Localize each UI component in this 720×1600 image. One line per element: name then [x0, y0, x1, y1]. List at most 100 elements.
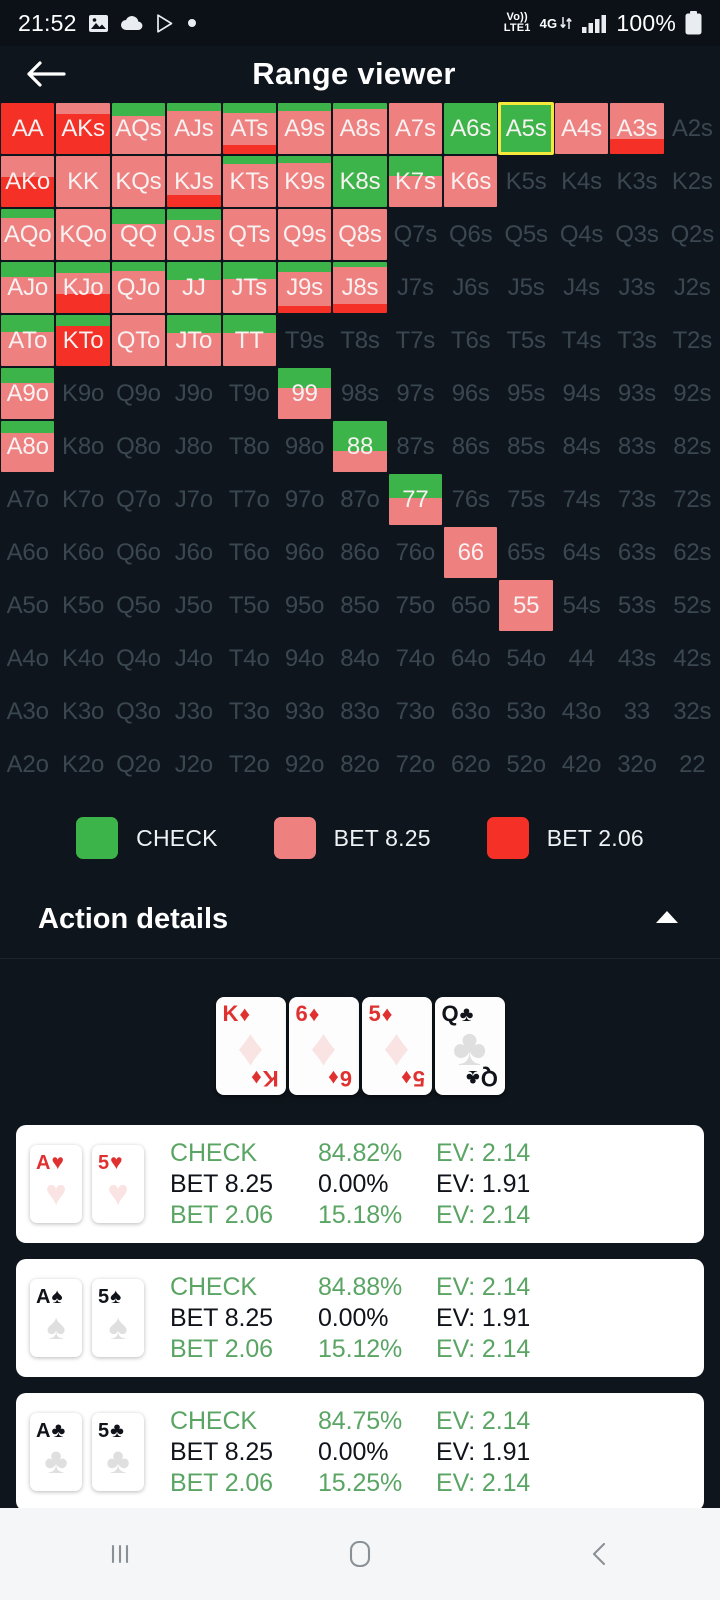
range-cell-T3s[interactable]: T3s — [609, 314, 664, 367]
range-cell-42s[interactable]: 42s — [665, 632, 720, 685]
range-cell-32o[interactable]: 32o — [609, 738, 664, 791]
range-cell-K3s[interactable]: K3s — [609, 155, 664, 208]
range-cell-62o[interactable]: 62o — [443, 738, 498, 791]
range-cell-A6s[interactable]: A6s — [443, 102, 498, 155]
range-cell-J6o[interactable]: J6o — [166, 526, 221, 579]
range-cell-JJ[interactable]: JJ — [166, 261, 221, 314]
range-cell-T2s[interactable]: T2s — [665, 314, 720, 367]
range-cell-K5s[interactable]: K5s — [498, 155, 553, 208]
range-cell-64o[interactable]: 64o — [443, 632, 498, 685]
range-cell-65s[interactable]: 65s — [498, 526, 553, 579]
range-cell-97s[interactable]: 97s — [388, 367, 443, 420]
range-cell-T2o[interactable]: T2o — [222, 738, 277, 791]
range-cell-J9s[interactable]: J9s — [277, 261, 332, 314]
range-cell-Q7s[interactable]: Q7s — [388, 208, 443, 261]
back-icon[interactable] — [540, 1508, 660, 1600]
range-cell-Q5s[interactable]: Q5s — [498, 208, 553, 261]
range-cell-A5s[interactable]: A5s — [498, 102, 554, 155]
range-cell-62s[interactable]: 62s — [665, 526, 720, 579]
range-cell-92o[interactable]: 92o — [277, 738, 332, 791]
range-cell-33[interactable]: 33 — [609, 685, 664, 738]
range-cell-A5o[interactable]: A5o — [0, 579, 55, 632]
range-cell-96s[interactable]: 96s — [443, 367, 498, 420]
range-cell-95o[interactable]: 95o — [277, 579, 332, 632]
range-cell-A3s[interactable]: A3s — [609, 102, 664, 155]
range-cell-AQs[interactable]: AQs — [111, 102, 166, 155]
range-cell-44[interactable]: 44 — [554, 632, 609, 685]
range-cell-A4s[interactable]: A4s — [554, 102, 609, 155]
range-cell-T5s[interactable]: T5s — [498, 314, 553, 367]
range-cell-74o[interactable]: 74o — [388, 632, 443, 685]
range-cell-T6s[interactable]: T6s — [443, 314, 498, 367]
range-cell-Q3s[interactable]: Q3s — [609, 208, 664, 261]
range-cell-54o[interactable]: 54o — [498, 632, 553, 685]
range-cell-J3o[interactable]: J3o — [166, 685, 221, 738]
range-cell-QJs[interactable]: QJs — [166, 208, 221, 261]
home-icon[interactable] — [300, 1508, 420, 1600]
range-cell-T5o[interactable]: T5o — [222, 579, 277, 632]
range-cell-J7s[interactable]: J7s — [388, 261, 443, 314]
range-cell-KQs[interactable]: KQs — [111, 155, 166, 208]
range-cell-ATs[interactable]: ATs — [222, 102, 277, 155]
range-cell-Q7o[interactable]: Q7o — [111, 473, 166, 526]
range-cell-73o[interactable]: 73o — [388, 685, 443, 738]
range-cell-K2o[interactable]: K2o — [55, 738, 110, 791]
range-cell-JTs[interactable]: JTs — [222, 261, 277, 314]
range-cell-43s[interactable]: 43s — [609, 632, 664, 685]
range-cell-K4o[interactable]: K4o — [55, 632, 110, 685]
range-cell-97o[interactable]: 97o — [277, 473, 332, 526]
range-cell-T4s[interactable]: T4s — [554, 314, 609, 367]
hand-row[interactable]: A ♠ ♠ 5 ♠ ♠ CHECK 84.88% EV: 2.14 BET 8.25 0.00% EV… — [16, 1259, 704, 1377]
range-cell-53s[interactable]: 53s — [609, 579, 664, 632]
range-cell-74s[interactable]: 74s — [554, 473, 609, 526]
range-cell-K9s[interactable]: K9s — [277, 155, 332, 208]
range-cell-85o[interactable]: 85o — [332, 579, 387, 632]
range-cell-83s[interactable]: 83s — [609, 420, 664, 473]
range-cell-A2o[interactable]: A2o — [0, 738, 55, 791]
range-cell-94s[interactable]: 94s — [554, 367, 609, 420]
range-cell-84o[interactable]: 84o — [332, 632, 387, 685]
range-cell-98s[interactable]: 98s — [332, 367, 387, 420]
range-cell-K2s[interactable]: K2s — [665, 155, 720, 208]
range-cell-K9o[interactable]: K9o — [55, 367, 110, 420]
range-cell-T7o[interactable]: T7o — [222, 473, 277, 526]
range-cell-ATo[interactable]: ATo — [0, 314, 55, 367]
range-cell-88[interactable]: 88 — [332, 420, 387, 473]
range-cell-94o[interactable]: 94o — [277, 632, 332, 685]
range-cell-J5s[interactable]: J5s — [498, 261, 553, 314]
range-cell-73s[interactable]: 73s — [609, 473, 664, 526]
range-cell-99[interactable]: 99 — [277, 367, 332, 420]
range-cell-A9o[interactable]: A9o — [0, 367, 55, 420]
range-cell-A8o[interactable]: A8o — [0, 420, 55, 473]
range-cell-72s[interactable]: 72s — [665, 473, 720, 526]
range-cell-85s[interactable]: 85s — [498, 420, 553, 473]
range-cell-83o[interactable]: 83o — [332, 685, 387, 738]
range-cell-53o[interactable]: 53o — [498, 685, 553, 738]
range-cell-43o[interactable]: 43o — [554, 685, 609, 738]
range-cell-J6s[interactable]: J6s — [443, 261, 498, 314]
range-cell-63o[interactable]: 63o — [443, 685, 498, 738]
range-cell-Q9s[interactable]: Q9s — [277, 208, 332, 261]
range-cell-52o[interactable]: 52o — [498, 738, 553, 791]
range-cell-T6o[interactable]: T6o — [222, 526, 277, 579]
range-cell-QQ[interactable]: QQ — [111, 208, 166, 261]
range-cell-92s[interactable]: 92s — [665, 367, 720, 420]
range-cell-Q2s[interactable]: Q2s — [665, 208, 720, 261]
range-cell-Q3o[interactable]: Q3o — [111, 685, 166, 738]
range-cell-93s[interactable]: 93s — [609, 367, 664, 420]
range-cell-QTo[interactable]: QTo — [111, 314, 166, 367]
range-cell-76o[interactable]: 76o — [388, 526, 443, 579]
range-cell-A3o[interactable]: A3o — [0, 685, 55, 738]
range-cell-K6s[interactable]: K6s — [443, 155, 498, 208]
range-cell-K7o[interactable]: K7o — [55, 473, 110, 526]
range-cell-66[interactable]: 66 — [443, 526, 498, 579]
range-cell-J4s[interactable]: J4s — [554, 261, 609, 314]
range-cell-96o[interactable]: 96o — [277, 526, 332, 579]
range-cell-65o[interactable]: 65o — [443, 579, 498, 632]
range-grid[interactable]: AA AKs AQs AJs ATs A9s A8s A7s A6s A5s A4s A3s A2s AK… — [0, 102, 720, 791]
range-cell-KTs[interactable]: KTs — [222, 155, 277, 208]
range-cell-Q8s[interactable]: Q8s — [332, 208, 387, 261]
range-cell-42o[interactable]: 42o — [554, 738, 609, 791]
range-cell-K5o[interactable]: K5o — [55, 579, 110, 632]
action-details-header[interactable]: Action details — [0, 881, 720, 959]
